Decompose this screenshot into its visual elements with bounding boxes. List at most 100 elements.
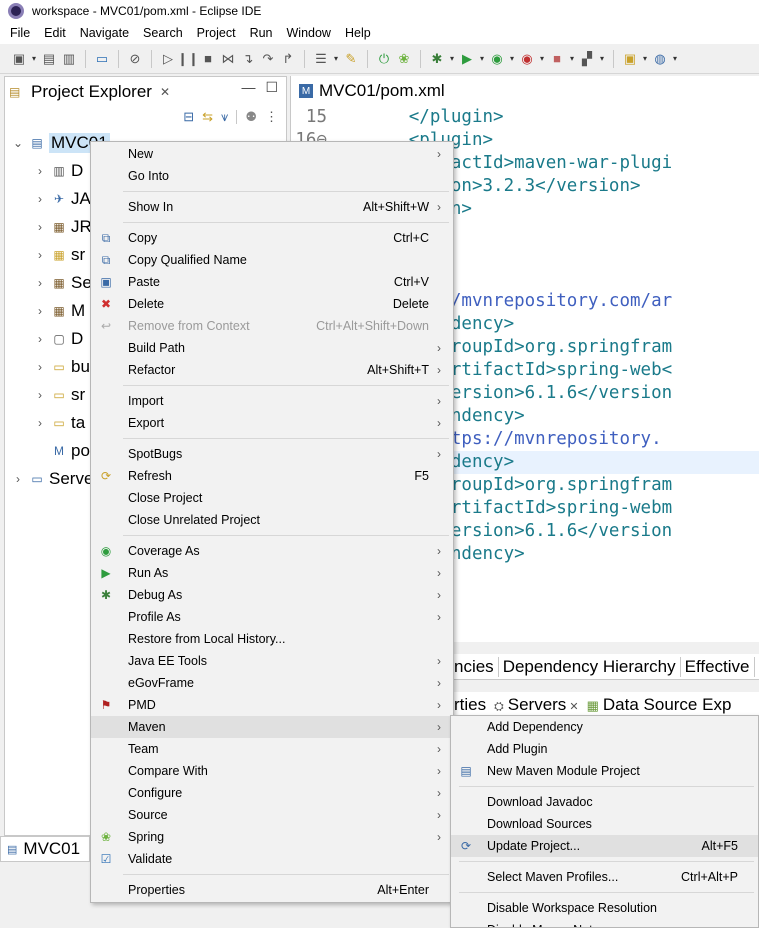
chevron-down-icon[interactable]: ▾ xyxy=(538,50,546,68)
tab-pom-xml[interactable]: M MVC01/pom.xml xyxy=(291,76,469,106)
menu-item-spotbugs[interactable]: SpotBugs › xyxy=(91,443,453,465)
tab-view-0[interactable]: rties xyxy=(450,695,490,715)
coverage-icon[interactable]: ◉ xyxy=(488,50,506,68)
chevron-right-icon[interactable]: › xyxy=(33,388,47,402)
menu-item-egovframe[interactable]: eGovFrame › xyxy=(91,672,453,694)
menu-item-java-ee-tools[interactable]: Java EE Tools › xyxy=(91,650,453,672)
menu-item-new-maven-module-project[interactable]: ▤ New Maven Module Project xyxy=(451,760,758,782)
focus-on-active-task-icon[interactable]: ⚉ xyxy=(245,109,257,125)
chevron-right-icon[interactable]: › xyxy=(11,472,25,486)
minimize-icon[interactable]: — xyxy=(241,79,255,96)
menu-item-export[interactable]: Export › xyxy=(91,412,453,434)
menu-edit[interactable]: Edit xyxy=(37,26,73,40)
filter-icon[interactable]: ⩛ xyxy=(221,109,228,125)
external-tools-icon[interactable]: ◉ xyxy=(518,50,536,68)
menu-item-download-sources[interactable]: Download Sources xyxy=(451,813,758,835)
menu-item-team[interactable]: Team › xyxy=(91,738,453,760)
menu-item-profile-as[interactable]: Profile As › xyxy=(91,606,453,628)
web-browser-icon[interactable]: ◍ xyxy=(651,50,669,68)
menu-item-build-path[interactable]: Build Path › xyxy=(91,337,453,359)
chevron-down-icon[interactable]: ▾ xyxy=(671,50,679,68)
new-wizard-icon[interactable]: ▣ xyxy=(621,50,639,68)
menu-item-validate[interactable]: ☑ Validate xyxy=(91,848,453,870)
chevron-down-icon[interactable]: ⌄ xyxy=(11,136,25,150)
open-type-icon[interactable]: ✎ xyxy=(342,50,360,68)
menu-item-paste[interactable]: ▣ Paste Ctrl+V xyxy=(91,271,453,293)
menu-item-add-plugin[interactable]: Add Plugin xyxy=(451,738,758,760)
menu-navigate[interactable]: Navigate xyxy=(73,26,136,40)
tab-project-explorer[interactable]: ▤ Project Explorer ✕ xyxy=(5,77,183,107)
menu-item-coverage-as[interactable]: ◉ Coverage As › xyxy=(91,540,453,562)
menu-item-refresh[interactable]: ⟳ Refresh F5 xyxy=(91,465,453,487)
step-into-icon[interactable]: ↴ xyxy=(239,50,257,68)
menu-item-copy[interactable]: ⧉ Copy Ctrl+C xyxy=(91,227,453,249)
menu-item-import[interactable]: Import › xyxy=(91,390,453,412)
menu-item-spring[interactable]: ❀ Spring › xyxy=(91,826,453,848)
menu-window[interactable]: Window xyxy=(280,26,338,40)
link-with-editor-icon[interactable]: ⇆ xyxy=(202,109,213,125)
menu-item-refactor[interactable]: Refactor Alt+Shift+T › xyxy=(91,359,453,381)
menu-search[interactable]: Search xyxy=(136,26,190,40)
minimized-view-tab[interactable]: ▤ MVC01 xyxy=(0,836,90,862)
chevron-right-icon[interactable]: › xyxy=(33,276,47,290)
menu-help[interactable]: Help xyxy=(338,26,378,40)
menu-item-source[interactable]: Source › xyxy=(91,804,453,826)
menu-item-run-as[interactable]: ▶ Run As › xyxy=(91,562,453,584)
chevron-down-icon[interactable]: ▾ xyxy=(332,50,340,68)
skip-breakpoints-icon[interactable]: ⊘ xyxy=(126,50,144,68)
terminate-icon[interactable]: ■ xyxy=(199,50,217,68)
menu-item-restore-from-local-history[interactable]: Restore from Local History... xyxy=(91,628,453,650)
chevron-down-icon[interactable]: ▾ xyxy=(478,50,486,68)
menu-item-close-project[interactable]: Close Project xyxy=(91,487,453,509)
boot-dashboard-icon[interactable]: ⏻ xyxy=(375,50,393,68)
save-all-icon[interactable]: ▥ xyxy=(60,50,78,68)
menu-project[interactable]: Project xyxy=(190,26,243,40)
menu-item-show-in[interactable]: Show In Alt+Shift+W › xyxy=(91,196,453,218)
maximize-icon[interactable]: ☐ xyxy=(265,79,278,96)
menu-item-update-project[interactable]: ⟳ Update Project... Alt+F5 xyxy=(451,835,758,857)
chevron-right-icon[interactable]: › xyxy=(33,248,47,262)
menu-item-download-javadoc[interactable]: Download Javadoc xyxy=(451,791,758,813)
menu-item-copy-qualified-name[interactable]: ⧉ Copy Qualified Name xyxy=(91,249,453,271)
chevron-right-icon[interactable]: › xyxy=(33,192,47,206)
run-icon[interactable]: ▶ xyxy=(458,50,476,68)
step-over-icon[interactable]: ↷ xyxy=(259,50,277,68)
view-menu-icon[interactable]: ⋮ xyxy=(265,109,278,125)
stop-icon[interactable]: ■ xyxy=(548,50,566,68)
tab-view-1[interactable]: ⛭ Servers ✕ xyxy=(490,695,582,715)
menu-item-disable-maven-nature[interactable]: Disable Maven Nature xyxy=(451,919,758,927)
chevron-down-icon[interactable]: ▾ xyxy=(448,50,456,68)
resume-icon[interactable]: ▷ xyxy=(159,50,177,68)
tab-0[interactable]: ncies xyxy=(450,656,499,677)
debug-icon[interactable]: ✱ xyxy=(428,50,446,68)
task-list-icon[interactable]: ☰ xyxy=(312,50,330,68)
close-icon[interactable]: ✕ xyxy=(566,701,578,713)
menu-item-select-maven-profiles[interactable]: Select Maven Profiles... Ctrl+Alt+P xyxy=(451,866,758,888)
menu-item-configure[interactable]: Configure › xyxy=(91,782,453,804)
menu-item-delete[interactable]: ✖ Delete Delete xyxy=(91,293,453,315)
chevron-down-icon[interactable]: ▾ xyxy=(30,50,38,68)
chevron-right-icon[interactable]: › xyxy=(33,416,47,430)
menu-item-close-unrelated-project[interactable]: Close Unrelated Project xyxy=(91,509,453,531)
menu-run[interactable]: Run xyxy=(243,26,280,40)
suspend-icon[interactable]: ❙❙ xyxy=(177,50,199,68)
chevron-down-icon[interactable]: ▾ xyxy=(598,50,606,68)
menu-item-debug-as[interactable]: ✱ Debug As › xyxy=(91,584,453,606)
terminal-icon[interactable]: ▭ xyxy=(93,50,111,68)
menu-item-go-into[interactable]: Go Into xyxy=(91,165,453,187)
tab-2[interactable]: Effective xyxy=(681,656,755,677)
deploy-icon[interactable]: ▞ xyxy=(578,50,596,68)
menu-item-pmd[interactable]: ⚑ PMD › xyxy=(91,694,453,716)
menu-item-disable-workspace-resolution[interactable]: Disable Workspace Resolution xyxy=(451,897,758,919)
step-return-icon[interactable]: ↱ xyxy=(279,50,297,68)
chevron-right-icon[interactable]: › xyxy=(33,332,47,346)
chevron-down-icon[interactable]: ▾ xyxy=(508,50,516,68)
save-icon[interactable]: ▤ xyxy=(40,50,58,68)
chevron-right-icon[interactable]: › xyxy=(33,220,47,234)
tab-view-2[interactable]: ▦ Data Source Exp xyxy=(583,695,736,715)
chevron-down-icon[interactable]: ▾ xyxy=(641,50,649,68)
menu-item-compare-with[interactable]: Compare With › xyxy=(91,760,453,782)
menu-item-new[interactable]: New › xyxy=(91,143,453,165)
menu-item-maven[interactable]: Maven › xyxy=(91,716,453,738)
menu-file[interactable]: File xyxy=(0,26,37,40)
